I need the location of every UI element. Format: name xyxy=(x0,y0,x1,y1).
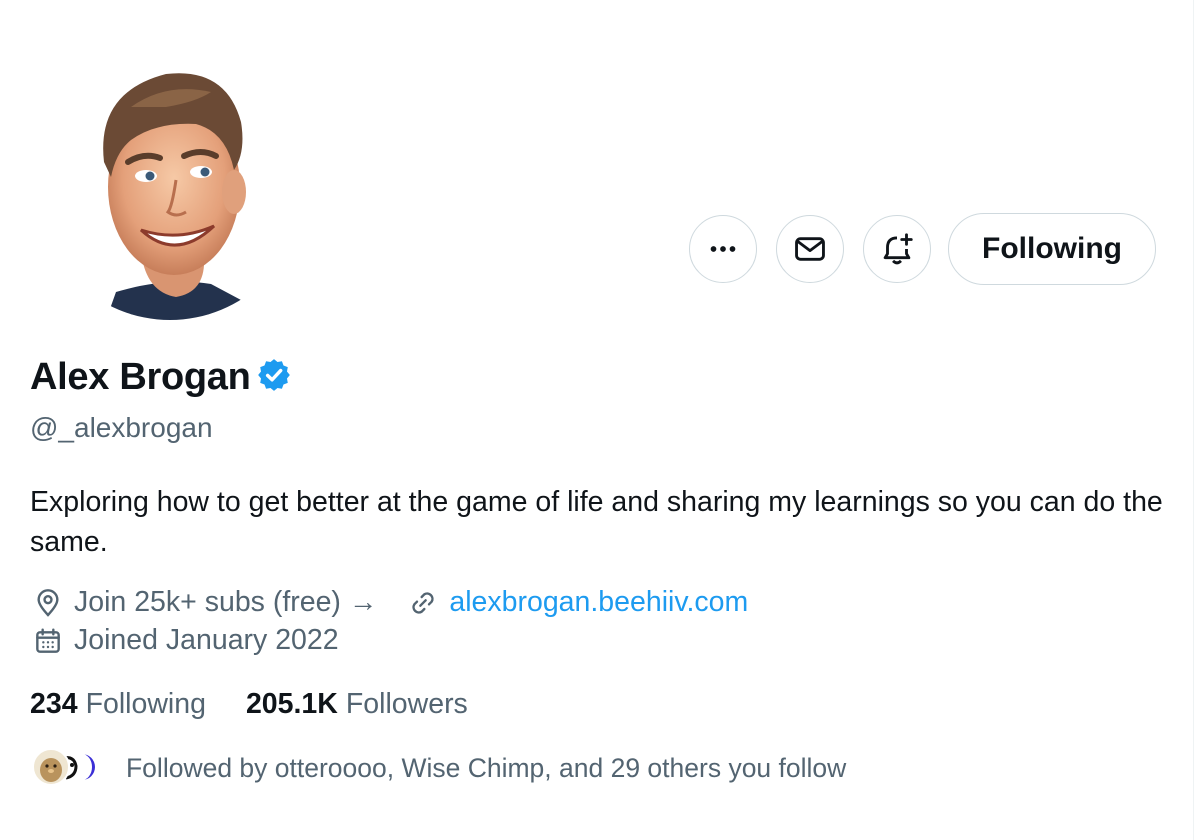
joined-row: Joined January 2022 xyxy=(32,624,339,657)
following-button[interactable]: Following xyxy=(948,213,1156,285)
profile-stats: 234 Following 205.1K Followers xyxy=(30,688,508,721)
followed-by-text: Followed by otteroooo, Wise Chimp, and 2… xyxy=(126,752,847,783)
verified-badge-icon[interactable] xyxy=(255,356,293,394)
profile-actions: Following xyxy=(689,213,1156,285)
following-count: 234 xyxy=(30,688,78,720)
message-button[interactable] xyxy=(776,215,844,283)
profile-avatar[interactable] xyxy=(36,52,304,320)
location-text: Join 25k+ subs (free) → xyxy=(74,586,378,618)
profile-meta: Join 25k+ subs (free) → alexbrogan.beehi… xyxy=(32,586,748,619)
name-row: Alex Brogan xyxy=(30,356,293,399)
profile-handle: @_alexbrogan xyxy=(30,412,213,443)
followers-stat[interactable]: 205.1K Followers xyxy=(246,688,468,721)
otter-avatar-icon xyxy=(40,758,62,782)
mutual-avatars xyxy=(32,748,106,788)
avatar-illustration xyxy=(103,73,251,320)
followed-by-row[interactable]: Followed by otteroooo, Wise Chimp, and 2… xyxy=(32,748,846,788)
envelope-icon xyxy=(795,237,825,261)
bell-plus-icon xyxy=(883,233,913,265)
display-name: Alex Brogan xyxy=(30,356,251,398)
mutual-avatar-otter xyxy=(32,748,70,786)
calendar-icon xyxy=(36,627,60,653)
more-horizontal-icon xyxy=(710,246,736,252)
website-link[interactable]: alexbrogan.beehiiv.com xyxy=(449,586,748,619)
following-stat[interactable]: 234 Following xyxy=(30,688,206,721)
joined-date: Joined January 2022 xyxy=(74,624,339,656)
link-icon xyxy=(412,591,434,614)
followers-label: Followers xyxy=(345,688,468,720)
following-label: Following xyxy=(85,688,206,720)
location-pin-icon xyxy=(37,588,59,617)
profile-bio: Exploring how to get better at the game … xyxy=(30,486,1163,558)
column-border xyxy=(1193,0,1194,840)
followers-count: 205.1K xyxy=(245,688,338,720)
notifications-button[interactable] xyxy=(863,215,931,283)
more-button[interactable] xyxy=(689,215,757,283)
